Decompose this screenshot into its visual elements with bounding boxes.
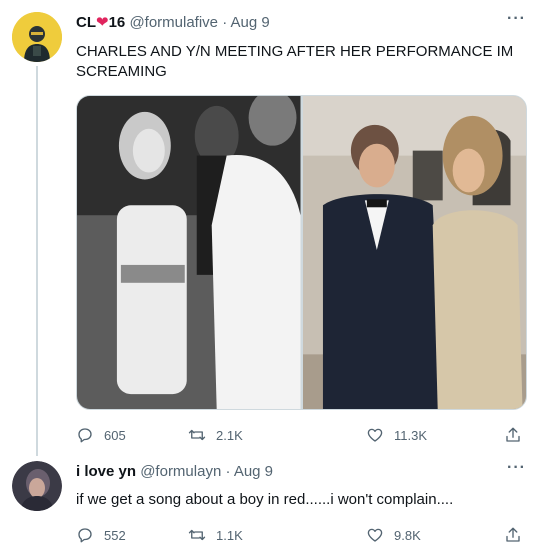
tweet-actions: 552 1.1K 9.8K xyxy=(76,526,526,546)
reply-icon xyxy=(78,428,92,443)
tweet-header: CL❤16 @formulafive · Aug 9 xyxy=(76,13,270,33)
tweet-1[interactable]: CL❤16 @formulafive · Aug 9 ··· CHARLES A… xyxy=(0,0,540,456)
share-icon xyxy=(506,527,520,542)
retweet-icon xyxy=(188,429,206,441)
display-name[interactable]: i love yn xyxy=(76,463,136,480)
display-name-suffix[interactable]: 16 xyxy=(109,14,126,31)
tweet-text: if we get a song about a boy in red.....… xyxy=(76,491,454,508)
tweet-text: CHARLES AND Y/N MEETING AFTER HER PERFOR… xyxy=(76,43,514,80)
like-count: 9.8K xyxy=(394,527,421,543)
tweet-header: i love yn @formulayn · Aug 9 xyxy=(76,462,273,482)
red-heart-emoji-icon: ❤ xyxy=(96,14,109,31)
share-icon xyxy=(506,427,520,442)
reply-button[interactable]: 552 xyxy=(76,526,126,544)
retweet-count: 1.1K xyxy=(216,527,243,543)
display-name[interactable]: CL xyxy=(76,14,96,31)
like-button[interactable]: 11.3K xyxy=(366,426,427,444)
tweet-media[interactable] xyxy=(76,95,527,410)
timestamp[interactable]: Aug 9 xyxy=(234,463,273,480)
retweet-count: 2.1K xyxy=(216,427,243,443)
heart-icon xyxy=(367,428,383,442)
like-button[interactable]: 9.8K xyxy=(366,526,421,544)
reply-count: 605 xyxy=(104,427,126,443)
retweet-icon xyxy=(188,529,206,541)
avatar-image xyxy=(12,461,62,511)
photo-left[interactable] xyxy=(77,96,301,409)
tweet-2[interactable]: i love yn @formulayn · Aug 9 ··· if we g… xyxy=(0,450,540,556)
reply-button[interactable]: 605 xyxy=(76,426,126,444)
handle[interactable]: @formulayn xyxy=(140,463,221,480)
more-options-icon[interactable]: ··· xyxy=(507,459,526,477)
heart-icon xyxy=(367,528,383,542)
thread-line xyxy=(36,66,38,456)
avatar-formulayn[interactable] xyxy=(12,461,62,511)
avatar-formulafive[interactable] xyxy=(12,12,62,62)
reply-count: 552 xyxy=(104,527,126,543)
avatar-image xyxy=(12,12,62,62)
share-button[interactable] xyxy=(504,426,522,444)
photo-left-image xyxy=(77,96,301,409)
handle[interactable]: @formulafive xyxy=(129,14,218,31)
retweet-button[interactable]: 1.1K xyxy=(188,526,243,544)
like-count: 11.3K xyxy=(394,427,428,443)
reply-icon xyxy=(78,528,92,543)
tweet-actions: 605 2.1K 11.3K xyxy=(76,426,526,446)
retweet-button[interactable]: 2.1K xyxy=(188,426,243,444)
separator: · xyxy=(222,14,228,31)
separator: · xyxy=(225,463,231,480)
more-options-icon[interactable]: ··· xyxy=(507,10,526,28)
photo-right-image xyxy=(302,96,526,409)
share-button[interactable] xyxy=(504,526,522,544)
timestamp[interactable]: Aug 9 xyxy=(231,14,270,31)
photo-right[interactable] xyxy=(302,96,526,409)
